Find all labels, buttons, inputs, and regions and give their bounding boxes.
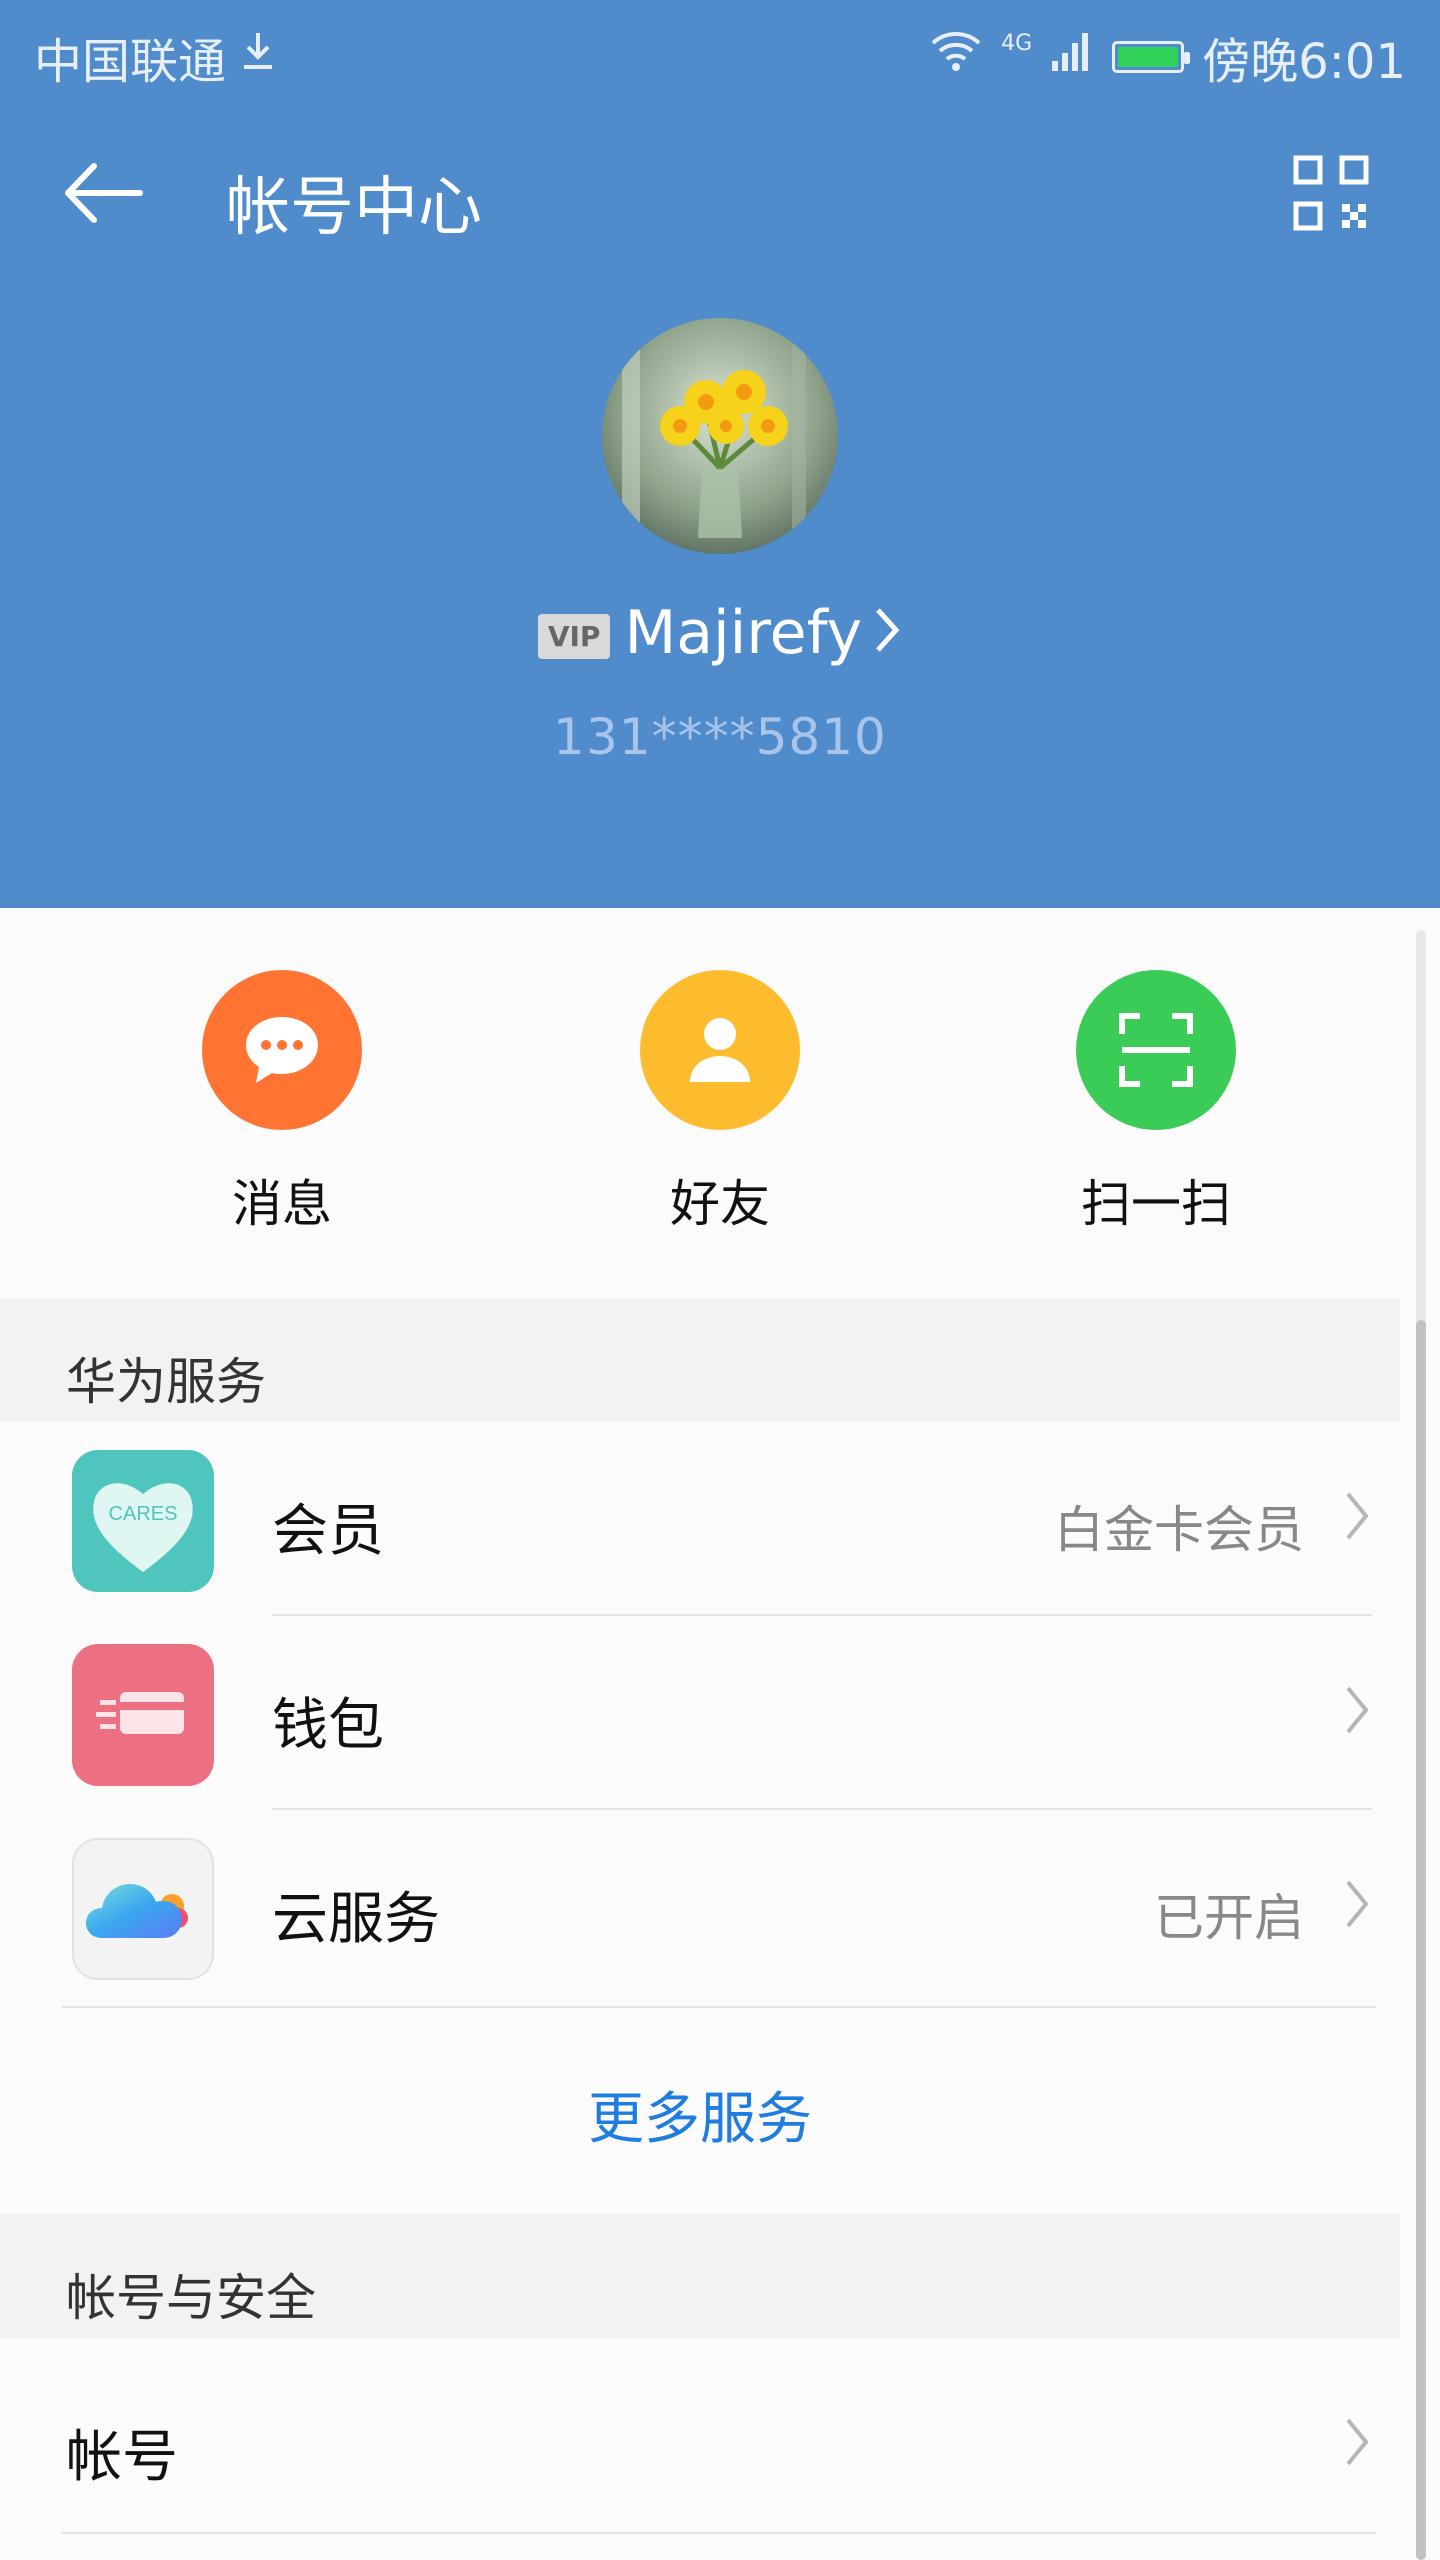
section-title: 帐号与安全: [66, 2269, 316, 2327]
avatar[interactable]: [602, 318, 838, 554]
item-value: 已开启: [1154, 1889, 1304, 1947]
flower-photo-icon: [602, 318, 838, 554]
svg-text:CARES: CARES: [109, 1503, 178, 1525]
chevron-right-icon: [1342, 1488, 1372, 1548]
list-item-membership[interactable]: CARES 会员 白金卡会员: [0, 1422, 1400, 1616]
scrollbar-thumb[interactable]: [1416, 1320, 1426, 2560]
section-header-huawei-services: 华为服务: [0, 1298, 1400, 1422]
wifi-icon: [929, 29, 983, 85]
list-item-wallet[interactable]: 钱包: [0, 1616, 1400, 1810]
wallet-card-icon: [72, 1644, 214, 1786]
vip-badge: VIP: [537, 613, 611, 659]
carrier-name: 中国联通: [34, 34, 227, 90]
signal-icon: [1050, 29, 1094, 85]
action-friends[interactable]: 好友: [570, 970, 870, 1236]
item-title: 钱包: [272, 1693, 384, 1758]
username: Majirefy: [624, 598, 863, 668]
action-label: 好友: [670, 1175, 770, 1233]
arrow-left-icon: [65, 163, 143, 223]
action-scan[interactable]: 扫一扫: [1006, 970, 1306, 1236]
action-label: 扫一扫: [1081, 1175, 1231, 1233]
account-header: 中国联通 4G 傍晚6:01 帐号中心 VIP Majirefy 131****…: [0, 0, 1440, 908]
item-value: 白金卡会员: [1054, 1501, 1304, 1559]
list-item-account[interactable]: 帐号: [0, 2340, 1400, 2536]
qr-code-icon: [1293, 155, 1369, 231]
qr-code-button[interactable]: [1292, 154, 1370, 232]
more-services-link[interactable]: 更多服务: [0, 2010, 1400, 2214]
page-title: 帐号中心: [226, 171, 482, 245]
cloud-icon: [72, 1838, 214, 1980]
scrollbar[interactable]: [1416, 930, 1426, 2560]
chevron-right-icon: [1342, 1682, 1372, 1742]
clock: 傍晚6:01: [1202, 34, 1406, 90]
cares-heart-icon: CARES: [72, 1450, 214, 1592]
scan-icon: [1076, 970, 1236, 1130]
profile-name-row[interactable]: VIP Majirefy: [0, 598, 1440, 671]
chevron-right-icon: [1342, 1876, 1372, 1936]
section-title: 华为服务: [66, 1353, 266, 1411]
list-item-cloud-service[interactable]: 云服务 已开启: [0, 1810, 1400, 2004]
item-title: 云服务: [272, 1887, 440, 1952]
action-messages[interactable]: 消息: [132, 970, 432, 1236]
status-bar: 中国联通 4G 傍晚6:01: [0, 0, 1440, 100]
back-button[interactable]: [60, 150, 156, 236]
divider: [62, 2006, 1376, 2008]
divider: [62, 2532, 1376, 2534]
more-services-label: 更多服务: [588, 2087, 812, 2152]
quick-actions: 消息 好友 扫一扫: [0, 908, 1400, 1298]
section-header-account-security: 帐号与安全: [0, 2214, 1400, 2338]
item-title: 帐号: [66, 2425, 178, 2490]
item-title: 会员: [272, 1499, 384, 1564]
status-left: 中国联通: [34, 22, 278, 92]
action-label: 消息: [232, 1175, 332, 1233]
status-right: 4G 傍晚6:01: [929, 22, 1406, 92]
download-icon: [238, 29, 278, 85]
phone-number: 131****5810: [553, 708, 887, 766]
network-type: 4G: [1001, 30, 1033, 56]
chevron-right-icon: [1342, 2414, 1372, 2474]
person-icon: [640, 970, 800, 1130]
message-icon: [202, 970, 362, 1130]
chevron-right-icon: [872, 601, 902, 671]
battery-icon: [1112, 41, 1191, 73]
app-bar: 帐号中心: [0, 100, 1440, 280]
